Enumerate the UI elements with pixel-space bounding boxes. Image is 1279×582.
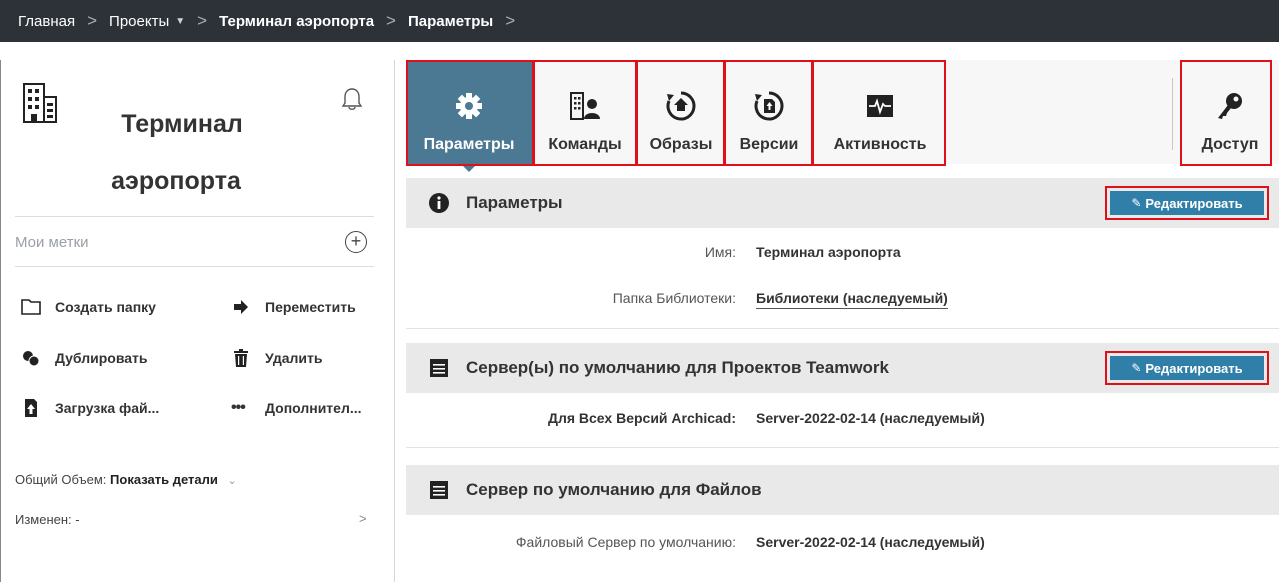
edit-label: Редактировать [1145, 195, 1243, 211]
teamwork-servers-section-title: Сервер(ы) по умолчанию для Проектов Team… [466, 358, 889, 377]
modified-info: Изменен: - [15, 512, 80, 527]
server-icon [430, 481, 448, 499]
file-server-section-header: Сервер по умолчанию для Файлов [406, 465, 1279, 515]
upload-file-label: Загрузка фай... [55, 400, 160, 416]
project-title-line1: Терминал [121, 110, 243, 138]
teamwork-servers-section-header: Сервер(ы) по умолчанию для Проектов Team… [406, 343, 1279, 393]
default-file-server-value: Server-2022-02-14 (наследуемый) [756, 534, 985, 550]
duplicate-icon [23, 351, 40, 367]
bell-icon[interactable] [341, 87, 363, 111]
total-volume: Общий Объем: Показать детали ⌄ [15, 472, 237, 487]
divider [15, 216, 374, 217]
server-icon [430, 359, 448, 377]
highlight-box [724, 60, 813, 166]
breadcrumb: Главная > Проекты ▼ > Терминал аэропорта… [0, 0, 1279, 42]
breadcrumb-projects[interactable]: Проекты [109, 13, 169, 30]
chevron-down-icon[interactable]: ▼ [175, 16, 185, 27]
divider [406, 328, 1279, 329]
breadcrumb-separator: > [197, 11, 208, 30]
more-actions-label: Дополнител... [265, 400, 362, 416]
parameters-section-title: Параметры [466, 193, 563, 212]
add-tag-icon[interactable]: + [345, 231, 367, 253]
default-file-server-label: Файловый Сервер по умолчанию: [515, 534, 736, 550]
library-folder-label: Папка Библиотеки: [612, 290, 736, 306]
edit-servers-button[interactable]: ✎ Редактировать [1110, 356, 1264, 380]
highlight-box [406, 60, 534, 166]
upload-icon [25, 399, 37, 417]
breadcrumb-current[interactable]: Параметры [408, 13, 493, 30]
chevron-right-icon[interactable]: > [359, 511, 367, 526]
pencil-icon: ✎ [1131, 361, 1142, 375]
breadcrumb-separator: > [505, 11, 516, 30]
duplicate-label: Дублировать [55, 350, 148, 366]
edit-parameters-button[interactable]: ✎ Редактировать [1110, 191, 1264, 215]
trash-icon [234, 349, 248, 367]
chevron-down-icon[interactable]: ⌄ [228, 475, 237, 487]
breadcrumb-separator: > [87, 11, 98, 30]
library-folder-link[interactable]: Библиотеки (наследуемый) [756, 290, 948, 309]
name-value: Терминал аэропорта [756, 244, 901, 260]
highlight-box: ✎ Редактировать [1105, 186, 1269, 220]
project-title-line2: аэропорта [111, 167, 241, 195]
folder-icon [21, 299, 41, 315]
info-icon [429, 193, 449, 213]
divider [15, 266, 374, 267]
parameters-section-header: Параметры ✎ Редактировать [406, 178, 1279, 228]
highlight-box [812, 60, 946, 166]
create-folder-button[interactable]: Создать папку [21, 297, 156, 317]
highlight-box: ✎ Редактировать [1105, 351, 1269, 385]
delete-label: Удалить [265, 350, 323, 366]
create-folder-label: Создать папку [55, 299, 156, 315]
breadcrumb-separator: > [386, 11, 396, 30]
volume-label: Общий Объем: [15, 472, 107, 487]
all-versions-value: Server-2022-02-14 (наследуемый) [756, 410, 985, 426]
project-sidebar: Терминал аэропорта Мои метки + Создать п… [0, 60, 395, 582]
divider [406, 447, 1279, 448]
duplicate-button[interactable]: Дублировать [21, 348, 148, 368]
move-button[interactable]: Переместить [231, 297, 356, 317]
more-actions-button[interactable]: ••• Дополнител... [231, 398, 362, 418]
pencil-icon: ✎ [1131, 196, 1142, 210]
all-versions-label: Для Всех Версий Archicad: [547, 410, 736, 426]
breadcrumb-project[interactable]: Терминал аэропорта [219, 13, 374, 30]
delete-button[interactable]: Удалить [231, 348, 322, 368]
highlight-box [533, 60, 637, 166]
name-label: Имя: [704, 244, 736, 260]
show-details-link[interactable]: Показать детали [110, 472, 218, 487]
highlight-box [1180, 60, 1272, 166]
project-title: Терминал аэропорта [1, 96, 351, 210]
move-label: Переместить [265, 299, 356, 315]
file-server-section-title: Сервер по умолчанию для Файлов [466, 480, 762, 499]
arrow-right-icon [234, 300, 248, 314]
highlight-box [636, 60, 725, 166]
upload-file-button[interactable]: Загрузка фай... [21, 398, 159, 418]
edit-label: Редактировать [1145, 360, 1243, 376]
tags-label: Мои метки [15, 234, 89, 251]
more-dots-icon: ••• [231, 399, 246, 416]
tab-divider [1172, 78, 1173, 150]
breadcrumb-home[interactable]: Главная [18, 13, 75, 30]
